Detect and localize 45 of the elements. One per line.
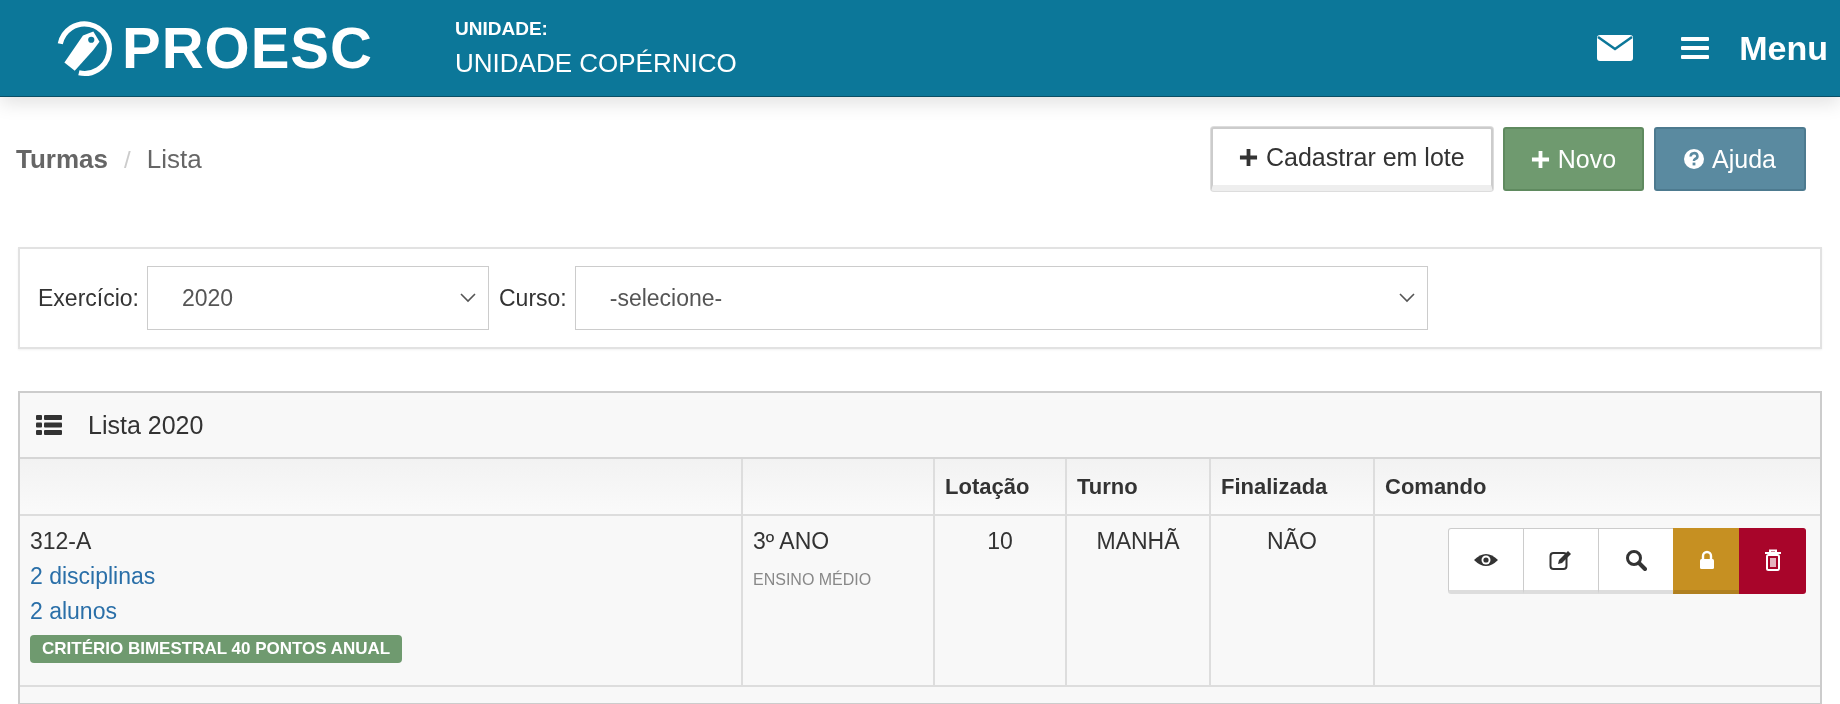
help-button[interactable]: Ajuda — [1654, 127, 1806, 191]
class-name: 312-A — [30, 528, 92, 555]
filter-label: Exercício: — [38, 284, 139, 312]
unit-name: UNIDADE COPÉRNICO — [455, 47, 738, 79]
menu-icon — [1681, 36, 1710, 60]
lock-icon — [1698, 549, 1715, 570]
search-button[interactable] — [1598, 528, 1674, 594]
edit-icon — [1549, 548, 1573, 571]
breadcrumb-separator: / — [124, 145, 131, 174]
chevron-down-icon — [1398, 293, 1415, 303]
select-field[interactable]: 2020 — [147, 266, 489, 330]
batch-register-button[interactable]: Cadastrar em lote — [1210, 127, 1493, 191]
chevron-down-icon — [460, 293, 476, 303]
table-cell: NÃO — [1267, 528, 1317, 554]
table-cell: 10 — [987, 528, 1013, 554]
column-header: Comando — [1385, 473, 1487, 499]
view-button[interactable] — [1448, 528, 1524, 594]
breadcrumb-item[interactable]: Turmas — [16, 143, 108, 175]
plus-icon — [1238, 147, 1258, 167]
column-header: Turno — [1077, 473, 1138, 499]
menu-button[interactable]: Menu — [1681, 28, 1828, 68]
search-icon — [1625, 548, 1647, 571]
logo-text: PROESC — [122, 19, 373, 77]
help-icon — [1684, 149, 1705, 169]
envelope-icon[interactable] — [1597, 35, 1634, 61]
unit-label: UNIDADE: — [455, 17, 549, 40]
link[interactable]: 2 alunos — [30, 598, 117, 625]
list-icon — [36, 415, 62, 435]
column-header: Finalizada — [1221, 473, 1328, 499]
select-field[interactable]: -selecione- — [574, 266, 1428, 330]
delete-button[interactable] — [1739, 528, 1806, 594]
trash-icon — [1763, 548, 1782, 571]
plus-icon — [1530, 149, 1550, 169]
edit-button[interactable] — [1523, 528, 1599, 594]
list-title: Lista 2020 — [88, 410, 204, 440]
grade-text: 3º ANO — [753, 528, 830, 555]
eye-icon — [1473, 551, 1499, 568]
grade-level-text: ENSINO MÉDIO — [753, 571, 872, 589]
column-header: Lotação — [945, 473, 1030, 499]
criteria-tag: CRITÉRIO BIMESTRAL 40 PONTOS ANUAL — [30, 635, 403, 663]
new-button[interactable]: Novo — [1502, 127, 1645, 191]
breadcrumb-item: Lista — [146, 143, 202, 175]
table-cell: MANHÃ — [1096, 528, 1180, 554]
link[interactable]: 2 disciplinas — [30, 563, 156, 590]
filter-label: Curso: — [499, 284, 567, 312]
